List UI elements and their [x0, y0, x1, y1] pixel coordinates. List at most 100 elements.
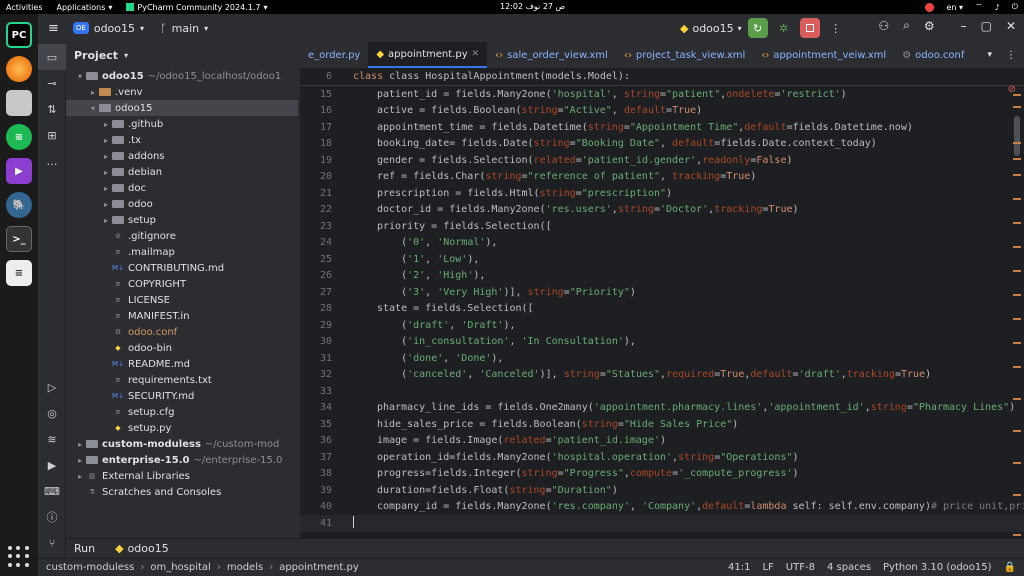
tree-item[interactable]: ⊘ .gitignore: [66, 228, 298, 244]
code-line[interactable]: 29 ('draft', 'Draft'),: [300, 317, 1024, 334]
code-line[interactable]: 31 ('done', 'Done'),: [300, 350, 1024, 367]
structure-tool-icon[interactable]: ⊞: [38, 122, 66, 148]
code-lines[interactable]: 15 patient_id = fields.Many2one('hospital…: [300, 86, 1024, 532]
project-tool-icon[interactable]: ▭: [38, 44, 66, 70]
error-indicator-icon[interactable]: ⊘: [1008, 84, 1016, 95]
scroll-marker[interactable]: [1013, 142, 1021, 144]
files-dock-icon[interactable]: [6, 90, 32, 116]
line-number[interactable]: 32: [300, 369, 336, 380]
tree-item[interactable]: ▸ setup: [66, 212, 298, 228]
tree-item[interactable]: ≡ LICENSE: [66, 292, 298, 308]
tree-item[interactable]: ≡ MANIFEST.in: [66, 308, 298, 324]
tree-item[interactable]: ▸ .tx: [66, 132, 298, 148]
line-number[interactable]: 39: [300, 485, 336, 496]
active-app-menu[interactable]: PyCharm Community 2024.1.7 ▾: [126, 3, 267, 12]
code-line[interactable]: 19 gender = fields.Selection(related='pat…: [300, 152, 1024, 169]
tree-item[interactable]: M↓ CONTRIBUTING.md: [66, 260, 298, 276]
rerun-button[interactable]: ↻: [747, 18, 768, 38]
line-number[interactable]: 23: [300, 221, 336, 232]
chevron-right-icon[interactable]: ▸: [87, 88, 99, 97]
code-line[interactable]: 27 ('3', 'Very High')], string="Priority…: [300, 284, 1024, 301]
line-number[interactable]: 19: [300, 155, 336, 166]
tree-item[interactable]: ≡ requirements.txt: [66, 372, 298, 388]
line-number[interactable]: 28: [300, 303, 336, 314]
chrome-indicator-icon[interactable]: [925, 2, 935, 12]
scroll-marker[interactable]: [1013, 158, 1021, 160]
pull-requests-icon[interactable]: ⇅: [38, 96, 66, 122]
terminal-tool-icon[interactable]: ⌨: [38, 478, 66, 504]
services-icon[interactable]: ▶: [38, 452, 66, 478]
tree-item[interactable]: ▸ .venv: [66, 84, 298, 100]
firefox-dock-icon[interactable]: [6, 56, 32, 82]
line-number[interactable]: 26: [300, 270, 336, 281]
close-window-button[interactable]: ✕: [1006, 19, 1016, 33]
breadcrumb-item[interactable]: models: [227, 562, 263, 573]
line-number[interactable]: 35: [300, 419, 336, 430]
add-user-icon[interactable]: ⚇: [878, 19, 889, 33]
line-number[interactable]: 36: [300, 435, 336, 446]
indent-setting[interactable]: 4 spaces: [827, 562, 871, 573]
line-number[interactable]: 33: [300, 386, 336, 397]
tree-item[interactable]: M↓ README.md: [66, 356, 298, 372]
python-interpreter[interactable]: Python 3.10 (odoo15): [883, 562, 992, 573]
line-number[interactable]: 15: [300, 89, 336, 100]
line-number[interactable]: 20: [300, 171, 336, 182]
line-number[interactable]: 17: [300, 122, 336, 133]
code-line[interactable]: 36 image = fields.Image(related='patient_…: [300, 433, 1024, 450]
tree-item[interactable]: ▾ odoo15: [66, 100, 298, 116]
scroll-marker[interactable]: [1013, 494, 1021, 496]
code-line[interactable]: 17 appointment_time = fields.Datetime(str…: [300, 119, 1024, 136]
code-line[interactable]: 16 active = fields.Boolean(string="Active…: [300, 103, 1024, 120]
branch-selector[interactable]: ᚴ main ▾: [160, 22, 208, 35]
file-encoding[interactable]: UTF-8: [786, 562, 815, 573]
tree-item[interactable]: ⚗ Scratches and Consoles: [66, 484, 298, 500]
debug-button[interactable]: ✲: [774, 18, 794, 38]
chevron-down-icon[interactable]: ▾: [74, 72, 86, 81]
power-icon[interactable]: ⏻: [1012, 2, 1018, 12]
code-line[interactable]: 22 doctor_id = fields.Many2one('res.users…: [300, 202, 1024, 219]
layers-icon[interactable]: ≋: [38, 426, 66, 452]
problems-tool-icon[interactable]: ⓘ: [38, 504, 66, 530]
code-editor[interactable]: e_order.py ◆ appointment.py ✕ ‹› sale_order_v…: [300, 42, 1024, 558]
line-number[interactable]: 38: [300, 468, 336, 479]
scroll-marker[interactable]: [1013, 318, 1021, 320]
code-line[interactable]: 40 company_id = fields.Many2one('res.comp…: [300, 499, 1024, 516]
code-line[interactable]: 32 ('canceled', 'Canceled')], string="St…: [300, 367, 1024, 384]
line-number[interactable]: 30: [300, 336, 336, 347]
line-number[interactable]: 21: [300, 188, 336, 199]
scroll-marker[interactable]: [1013, 342, 1021, 344]
caret-position[interactable]: 41:1: [728, 562, 750, 573]
run-config-selector[interactable]: ◆ odoo15 ▾: [680, 22, 742, 35]
tree-item[interactable]: ▸ .github: [66, 116, 298, 132]
run-tool-icon[interactable]: ▷: [38, 374, 66, 400]
volume-icon[interactable]: ♪: [995, 3, 1000, 12]
chevron-right-icon[interactable]: ▸: [74, 472, 86, 481]
scroll-marker[interactable]: [1013, 534, 1021, 536]
code-line[interactable]: 20 ref = fields.Char(string="reference of…: [300, 169, 1024, 186]
line-number[interactable]: 24: [300, 237, 336, 248]
code-line[interactable]: 26 ('2', 'High'),: [300, 268, 1024, 285]
scroll-marker[interactable]: [1013, 246, 1021, 248]
line-number[interactable]: 37: [300, 452, 336, 463]
tree-item[interactable]: ▸ doc: [66, 180, 298, 196]
more-actions-icon[interactable]: ⋮: [998, 42, 1024, 68]
tree-item[interactable]: ⚙ odoo.conf: [66, 324, 298, 340]
editor-tab[interactable]: ‹› appointment_veiw.xml: [753, 42, 894, 68]
activities-button[interactable]: Activities: [6, 3, 43, 12]
line-number[interactable]: 29: [300, 320, 336, 331]
code-line[interactable]: 23 priority = fields.Selection([: [300, 218, 1024, 235]
line-number[interactable]: 31: [300, 353, 336, 364]
line-number[interactable]: 40: [300, 501, 336, 512]
line-number[interactable]: 34: [300, 402, 336, 413]
code-line[interactable]: 28 state = fields.Selection([: [300, 301, 1024, 318]
chevron-right-icon[interactable]: ▸: [74, 456, 86, 465]
scroll-marker[interactable]: [1013, 294, 1021, 296]
settings-gear-icon[interactable]: ⚙: [924, 19, 935, 33]
chevron-right-icon[interactable]: ▸: [100, 184, 112, 193]
line-separator[interactable]: LF: [762, 562, 773, 573]
chevron-right-icon[interactable]: ▸: [100, 200, 112, 209]
chevron-right-icon[interactable]: ▸: [100, 152, 112, 161]
tree-item[interactable]: ≡ setup.cfg: [66, 404, 298, 420]
scroll-marker[interactable]: [1013, 222, 1021, 224]
scroll-marker[interactable]: [1013, 430, 1021, 432]
